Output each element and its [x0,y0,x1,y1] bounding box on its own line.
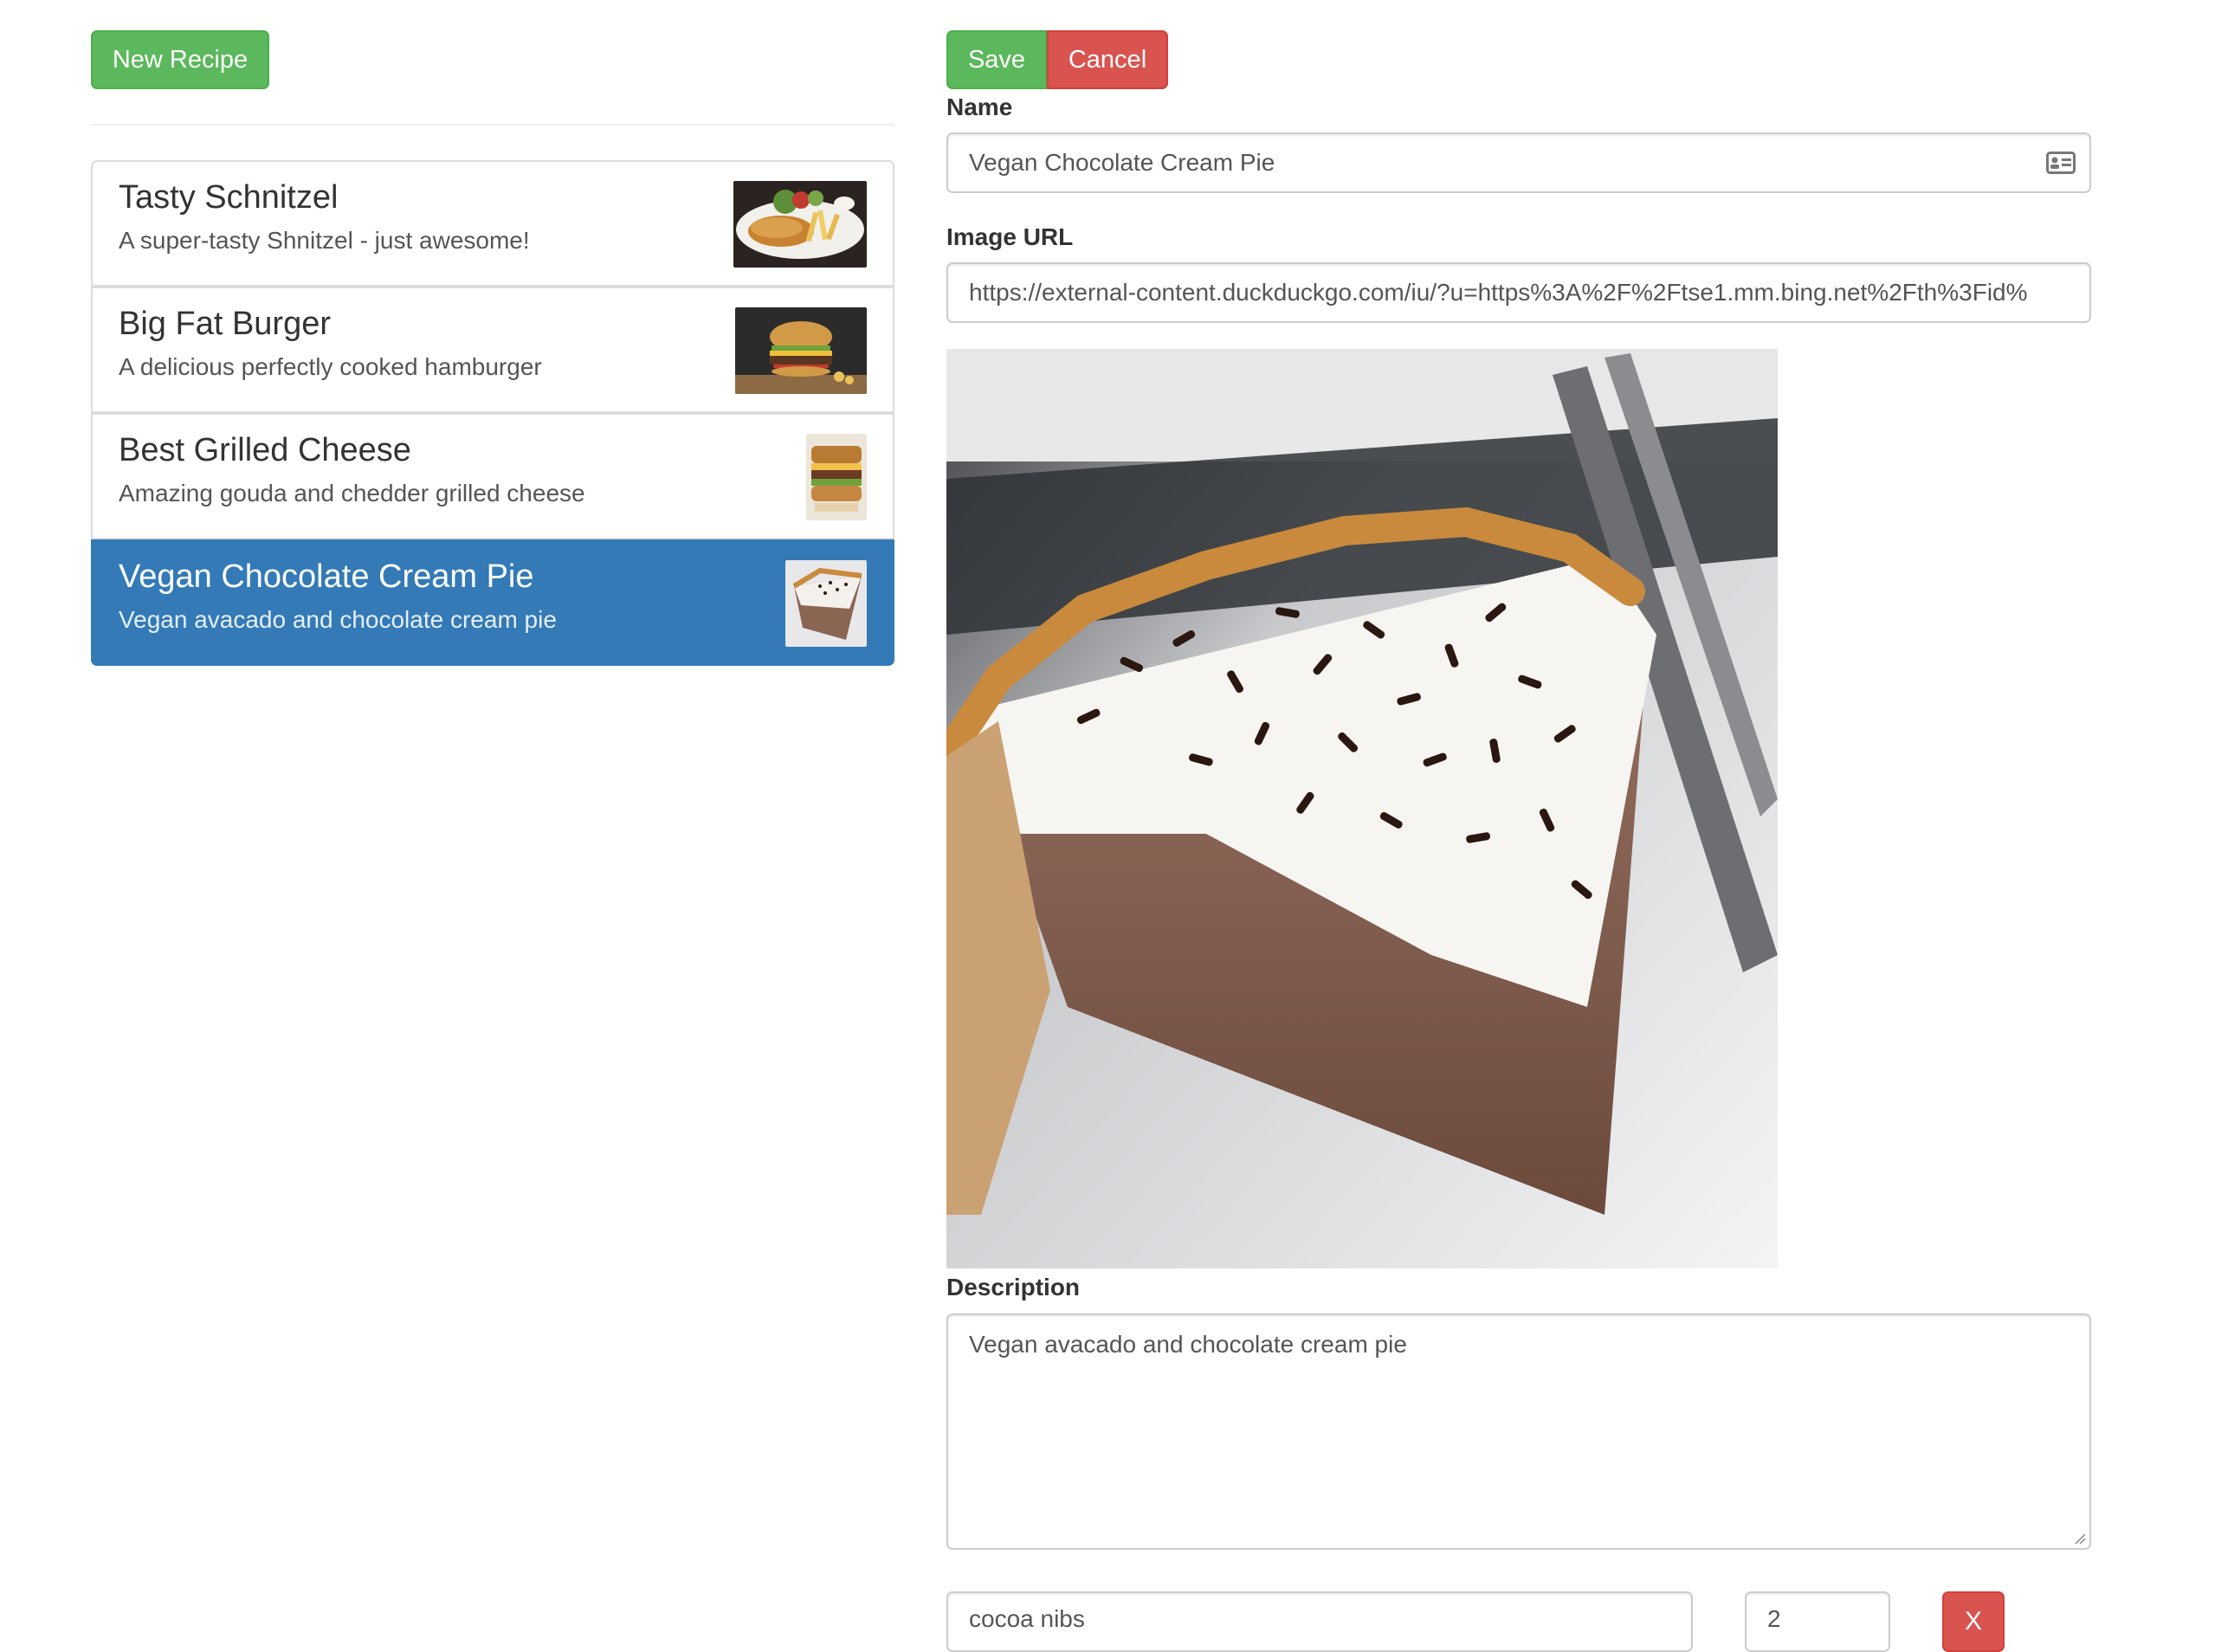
remove-ingredient-button[interactable]: X [1942,1591,2005,1652]
recipe-title: Tasty Schnitzel [119,179,339,216]
recipe-description: Amazing gouda and chedder grilled cheese [119,480,585,507]
description-value: Vegan avacado and chocolate cream pie [969,1331,1407,1358]
recipe-description: A delicious perfectly cooked hamburger [119,353,542,380]
image-url-value: https://external-content.duckduckgo.com/… [969,279,2028,306]
ingredient-name-field[interactable]: cocoa nibs [946,1591,1693,1652]
recipe-item-active[interactable]: Vegan Chocolate Cream Pie Vegan avacado … [91,539,894,666]
recipe-item[interactable]: Best Grilled Cheese Amazing gouda and ch… [91,413,894,539]
cancel-button[interactable]: Cancel [1047,30,1168,89]
description-label: Description [946,1274,1081,1300]
image-url-label: Image URL [946,223,1074,250]
recipe-thumbnail-grilled-cheese [806,434,867,520]
ingredient-amount-value: 2 [1767,1605,1781,1632]
recipe-thumbnail-schnitzel [733,181,867,268]
name-field-value: Vegan Chocolate Cream Pie [969,149,1275,176]
recipe-item[interactable]: Big Fat Burger A delicious perfectly coo… [91,287,894,413]
ingredient-amount-field[interactable]: 2 [1745,1591,1890,1652]
name-field[interactable]: Vegan Chocolate Cream Pie [946,132,2091,193]
recipe-image-preview [946,349,1778,1268]
recipe-description: Vegan avacado and chocolate cream pie [119,606,557,633]
save-button[interactable]: Save [946,30,1047,89]
recipe-title: Vegan Chocolate Cream Pie [119,558,534,595]
new-recipe-button[interactable]: New Recipe [91,30,269,89]
name-label: Name [946,94,1013,120]
recipe-item[interactable]: Tasty Schnitzel A super-tasty Shnitzel -… [91,160,894,287]
recipe-title: Big Fat Burger [119,306,331,342]
recipe-thumbnail-burger [735,307,867,394]
recipe-thumbnail-pie [785,560,867,647]
divider [91,124,894,126]
ingredient-name-value: cocoa nibs [969,1605,1085,1632]
description-textarea[interactable]: Vegan avacado and chocolate cream pie [946,1313,2091,1550]
recipe-description: A super-tasty Shnitzel - just awesome! [119,227,530,254]
recipe-title: Best Grilled Cheese [119,432,411,468]
resize-handle-icon[interactable] [2072,1531,2086,1545]
image-url-field[interactable]: https://external-content.duckduckgo.com/… [946,262,2091,323]
id-card-icon [2046,152,2076,174]
